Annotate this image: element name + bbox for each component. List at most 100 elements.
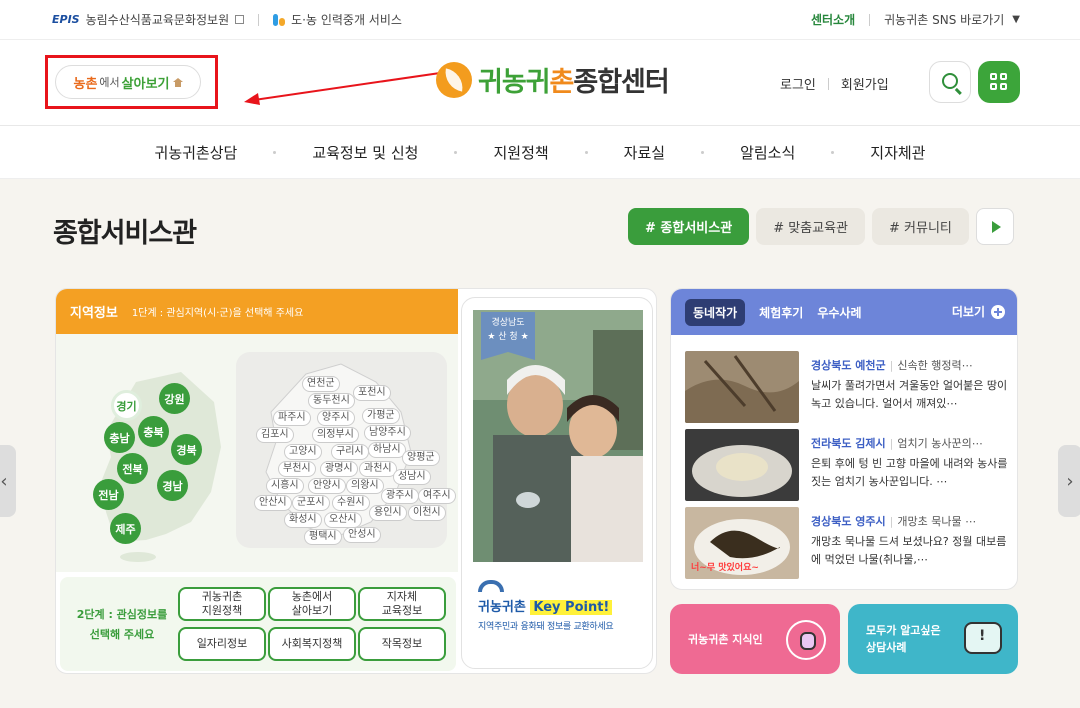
map-area: 경기 강원충남 충북 경북전북경남 전남 제주 연천군포천시 동두천시 파주시 양주시 가평군김포… [56,334,458,572]
info-option-button[interactable]: 일자리정보 [178,627,266,661]
nav-item[interactable]: 지원정책 [493,142,548,163]
news-thumbnail [685,429,799,501]
center-intro-link[interactable]: 센터소개 [811,11,855,28]
arch-icon [478,580,504,592]
more-link[interactable]: 더보기 [952,303,1005,320]
city-button[interactable]: 안산시 [254,495,292,511]
step1-instruction: 1단계 : 관심지역(시·군)을 선택해 주세요 [131,308,304,319]
info-option-button[interactable]: 귀농귀촌 지원정책 [178,587,266,621]
city-button[interactable]: 광주시 [381,488,419,504]
city-button[interactable]: 의왕시 [346,478,384,494]
province-button[interactable]: 전북 [117,453,148,484]
prev-arrow-button[interactable]: ‹ [0,445,16,517]
utility-right: 센터소개 귀농귀촌 SNS 바로가기 ▼ [811,11,1020,28]
city-button[interactable]: 부천시 [278,461,316,477]
org-link[interactable]: 농림수산식품교육문화정보원 [86,11,230,28]
list-item[interactable]: 너~무 맛있어요~ 경상북도 영주시 | 개망초 묵나물 ⋯ 개망초 묵나물 드셔 … [685,507,1011,579]
tag-integrated-service[interactable]: # 종합서비스관 [628,208,750,245]
chevron-down-icon[interactable]: ▼ [1012,14,1020,25]
city-button[interactable]: 수원시 [332,495,370,511]
tag-community[interactable]: # 커뮤니티 [872,208,969,245]
nav-item[interactable]: 교육정보 및 신청 [312,142,418,163]
keypoint-text: 귀농귀촌 Key Point! 지역주민과 융화돼 정보를 교환하세요 [478,580,648,632]
nav-item[interactable]: 지자체관 [870,142,925,163]
nav-item[interactable]: 알림소식 [740,142,795,163]
tab-best-practice[interactable]: 우수사례 [817,304,861,321]
city-button[interactable]: 광명시 [320,461,358,477]
all-menu-button[interactable] [978,61,1020,103]
province-button[interactable]: 강원 [159,383,190,414]
chat-exclamation-icon [964,622,1002,654]
list-item[interactable]: 경상북도 예천군 | 신속한 행정력⋯ 날씨가 풀려가면서 겨울동안 얼어붙은 땅이… [685,351,1011,423]
info-option-button[interactable]: 지자체 교육정보 [358,587,446,621]
city-button[interactable]: 성남시 [393,469,431,485]
province-button[interactable]: 경기 [111,390,142,421]
city-button[interactable]: 구리시 [331,444,369,460]
consult-cases-button[interactable]: 모두가 알고싶은 상담사례 [848,604,1018,674]
news-excerpt: 날씨가 풀려가면서 겨울동안 얼어붙은 땅이 녹고 있습니다. 얼어서 깨져있⋯ [811,379,1008,410]
news-excerpt: 개망초 묵나물 드셔 보셨나요? 정월 대보름에 먹었던 나물(취나물,⋯ [811,535,1007,566]
list-item[interactable]: 전라북도 김제시 | 엄치기 농사꾼의⋯ 은퇴 후에 텅 빈 고향 마을에 내려와 … [685,429,1011,501]
city-button[interactable]: 평택시 [304,529,342,545]
divider [827,77,829,90]
city-button[interactable]: 용인시 [369,505,407,521]
nav-divider [584,151,588,154]
province-button[interactable]: 제주 [110,513,141,544]
province-button[interactable]: 충남 [104,422,135,453]
sns-link[interactable]: 귀농귀촌 SNS 바로가기 [884,11,1004,28]
city-button[interactable]: 연천군 [302,376,340,392]
province-button[interactable]: 전남 [93,479,124,510]
nav-item[interactable]: 자료실 [624,142,665,163]
city-button[interactable]: 하남시 [368,442,406,458]
city-button[interactable]: 포천시 [353,385,391,401]
city-button[interactable]: 동두천시 [308,393,355,409]
city-button[interactable]: 화성시 [284,512,322,528]
search-button[interactable] [929,61,971,103]
city-button[interactable]: 군포시 [292,495,330,511]
city-button[interactable]: 의정부시 [312,427,359,443]
knowledge-button[interactable]: 귀농귀촌 지식인 [670,604,840,674]
region-info-title: 지역정보 [70,306,118,321]
city-button[interactable]: 양평군 [402,450,440,466]
city-button[interactable]: 남양주시 [364,425,411,441]
city-button[interactable]: 안양시 [308,478,346,494]
city-button[interactable]: 이천시 [408,505,446,521]
step2-panel: 2단계 : 관심정보를 선택해 주세요 귀농귀촌 지원정책 농촌에서 살아보기 지자체 교… [60,577,456,671]
city-button[interactable]: 파주시 [273,410,311,426]
province-button[interactable]: 충북 [138,416,169,447]
labor-service-icon [273,13,286,26]
site-logo[interactable]: 귀농귀촌종합센터 [436,60,670,99]
keypoint-card[interactable]: 경상남도 ★ 산 청 ★ 귀농귀촌 Key Point! 지역주민과 융화돼 정… [461,297,653,669]
info-option-button[interactable]: 농촌에서 살아보기 [268,587,356,621]
province-button[interactable]: 경남 [157,470,188,501]
city-button[interactable]: 고양시 [284,444,322,460]
play-button[interactable] [975,208,1014,245]
nav-divider [701,151,705,154]
city-button[interactable]: 안성시 [343,527,381,543]
signup-link[interactable]: 회원가입 [841,74,889,93]
site-header: 농촌 에서 살아보기 귀농귀촌종합센터 로그인 회원가입 [0,40,1080,126]
region-ribbon: 경상남도 ★ 산 청 ★ [481,312,535,360]
epis-logo[interactable]: EPIS [52,13,80,26]
step2-instruction: 2단계 : 관심정보를 선택해 주세요 [76,608,168,641]
tab-experience-review[interactable]: 체험후기 [759,304,803,321]
next-arrow-button[interactable]: › [1058,445,1080,517]
info-option-button[interactable]: 사회복지정책 [268,627,356,661]
labor-service-link[interactable]: 도·농 인력중개 서비스 [291,11,402,28]
province-button[interactable]: 경북 [171,434,202,465]
tab-local-writer[interactable]: 동네작가 [685,298,746,326]
city-button[interactable]: 김포시 [256,427,294,443]
city-button[interactable]: 오산시 [324,512,362,528]
info-option-button[interactable]: 작목정보 [358,627,446,661]
consult-cases-label: 모두가 알고싶은 상담사례 [866,624,941,654]
nav-item[interactable]: 귀농귀촌상담 [155,142,238,163]
city-button[interactable]: 시흥시 [266,478,304,494]
tag-custom-education[interactable]: # 맞춤교육관 [756,208,866,245]
rural-living-label-a: 농촌 [73,76,98,92]
city-button[interactable]: 여주시 [418,488,456,504]
city-button[interactable]: 과천시 [359,461,397,477]
login-link[interactable]: 로그인 [780,74,816,93]
rural-living-button[interactable]: 농촌 에서 살아보기 [55,65,201,99]
city-button[interactable]: 양주시 [317,410,355,426]
city-button[interactable]: 가평군 [362,408,400,424]
